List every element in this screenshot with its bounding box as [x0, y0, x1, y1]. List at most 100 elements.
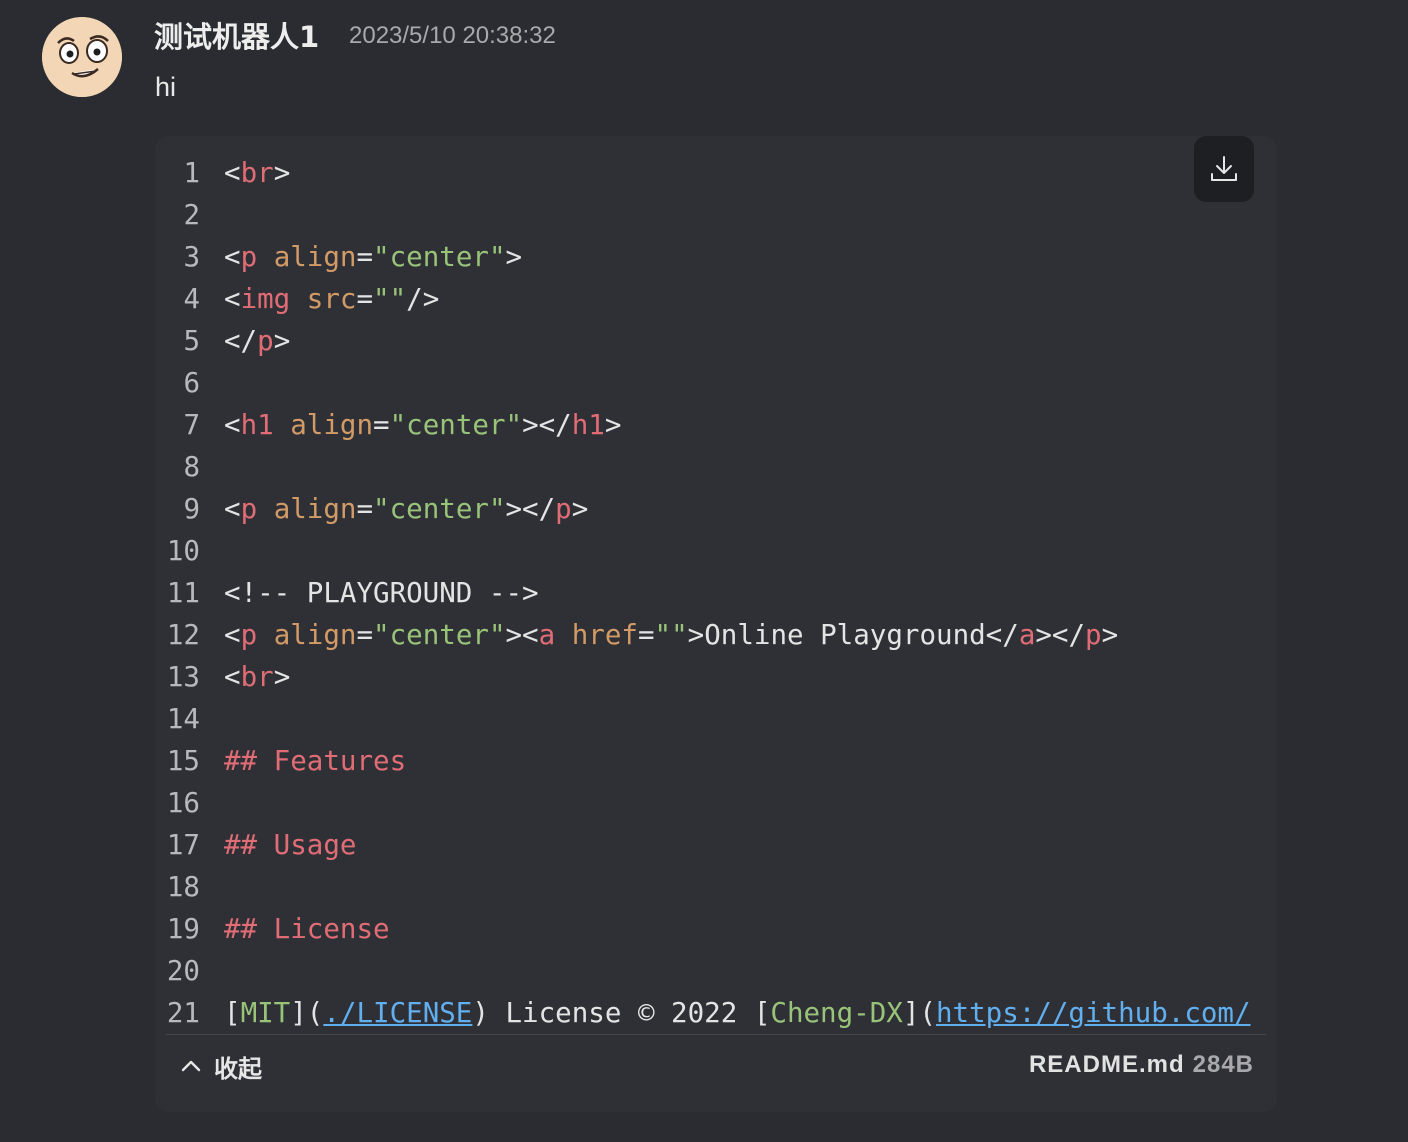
- code-viewer[interactable]: 1 <br> 2 3 <p align="center"> 4 <img src=""/> 5…: [166, 152, 1266, 1034]
- line-number: 16: [166, 787, 200, 819]
- code-token: a: [1018, 619, 1036, 651]
- avatar[interactable]: [42, 17, 122, 97]
- code-line: 4 <img src=""/>: [166, 278, 1266, 320]
- code-token: p: [240, 619, 258, 651]
- code-line: 5 </p>: [166, 320, 1266, 362]
- code-token: br: [240, 661, 274, 693]
- message-text: hi: [155, 72, 177, 102]
- code-token: ) License © 2022 [: [472, 997, 771, 1029]
- collapse-label: 收起: [214, 1054, 262, 1083]
- code-line: 1 <br>: [166, 152, 1266, 194]
- code-token: h1: [571, 409, 605, 441]
- code-token: />: [406, 283, 440, 315]
- line-number: 12: [166, 619, 200, 651]
- code-line: 19 ## License: [166, 908, 1266, 950]
- line-number: 5: [183, 325, 200, 357]
- code-token: "center": [373, 619, 506, 651]
- collapse-button[interactable]: 收起: [180, 1049, 262, 1083]
- code-token: ><: [505, 619, 539, 651]
- code-token: =: [373, 409, 390, 441]
- code-token: >: [1101, 619, 1119, 651]
- code-token: p: [555, 493, 572, 525]
- code-token: href: [571, 619, 638, 651]
- code-token: >: [273, 661, 291, 693]
- code-token: ## License: [224, 913, 390, 945]
- code-token: >: [571, 493, 589, 525]
- code-token: <: [224, 157, 241, 189]
- code-token: =: [356, 493, 374, 525]
- code-token: p: [257, 325, 274, 357]
- code-token: MIT: [240, 997, 291, 1029]
- line-number: 14: [166, 703, 200, 735]
- code-token: "center": [373, 241, 506, 273]
- code-line: 3 <p align="center">: [166, 236, 1266, 278]
- code-token: ## Features: [224, 745, 407, 777]
- line-number: 17: [166, 829, 200, 861]
- line-number: 18: [166, 871, 200, 903]
- code-token: <: [224, 661, 241, 693]
- code-line: 17 ## Usage: [166, 824, 1266, 866]
- code-line: 9 <p align="center"></p>: [166, 488, 1266, 530]
- code-token: >: [604, 409, 622, 441]
- line-number: 8: [183, 451, 200, 483]
- code-token: img: [240, 283, 291, 315]
- code-token: align: [273, 241, 357, 273]
- code-line: 8: [166, 446, 1266, 488]
- code-token: "": [654, 619, 688, 651]
- code-token: align: [290, 409, 374, 441]
- code-token: =: [356, 619, 374, 651]
- line-number: 21: [166, 997, 200, 1029]
- code-token: =: [637, 619, 655, 651]
- code-token: <: [224, 283, 241, 315]
- code-token: >: [505, 241, 523, 273]
- code-token: ](: [902, 997, 936, 1029]
- code-token: </: [224, 325, 258, 357]
- code-line: 7 <h1 align="center"></h1>: [166, 404, 1266, 446]
- line-number: 13: [166, 661, 200, 693]
- chevron-up-icon: [181, 1060, 201, 1072]
- code-line: 18: [166, 866, 1266, 908]
- line-number: 11: [166, 577, 200, 609]
- code-token: ](: [290, 997, 324, 1029]
- code-token: >: [273, 157, 291, 189]
- code-line: 6: [166, 362, 1266, 404]
- code-token: =: [356, 241, 374, 273]
- code-line: 15 ## Features: [166, 740, 1266, 782]
- line-number: 2: [183, 199, 200, 231]
- code-line: 21 [MIT](./LICENSE) License © 2022 [Cheng…: [166, 992, 1266, 1034]
- code-line: 11 <!-- PLAYGROUND -->: [166, 572, 1266, 614]
- sender-name[interactable]: 测试机器人1: [154, 14, 319, 56]
- code-token: br: [240, 157, 274, 189]
- code-token: <: [224, 409, 241, 441]
- code-token[interactable]: ./LICENSE: [323, 997, 472, 1029]
- divider: [166, 1034, 1266, 1035]
- code-token: a: [538, 619, 556, 651]
- code-token: "center": [389, 409, 523, 441]
- line-number: 20: [166, 955, 200, 987]
- code-token: <: [224, 241, 241, 273]
- message-timestamp: 2023/5/10 20:38:32: [349, 22, 556, 49]
- code-line: 13 <br>: [166, 656, 1266, 698]
- code-token: "center": [373, 493, 506, 525]
- cartoon-face-avatar-icon: [42, 17, 122, 97]
- code-token: ></: [505, 493, 556, 525]
- code-token: >: [273, 325, 291, 357]
- file-info: README.md 284B: [1029, 1051, 1254, 1079]
- code-token: "": [373, 283, 407, 315]
- code-token[interactable]: https://github.com/: [936, 997, 1251, 1029]
- code-token: <: [224, 493, 241, 525]
- code-token: Cheng-DX: [770, 997, 903, 1029]
- code-token: <!-- PLAYGROUND -->: [224, 577, 539, 609]
- code-token: =: [356, 283, 374, 315]
- line-number: 9: [183, 493, 200, 525]
- line-number: 19: [166, 913, 200, 945]
- line-number: 4: [183, 283, 200, 315]
- code-line: 12 <p align="center"><a href="">Online Pl…: [166, 614, 1266, 656]
- code-token: <: [224, 619, 241, 651]
- file-name: README.md: [1028, 1051, 1185, 1078]
- line-number: 10: [166, 535, 200, 567]
